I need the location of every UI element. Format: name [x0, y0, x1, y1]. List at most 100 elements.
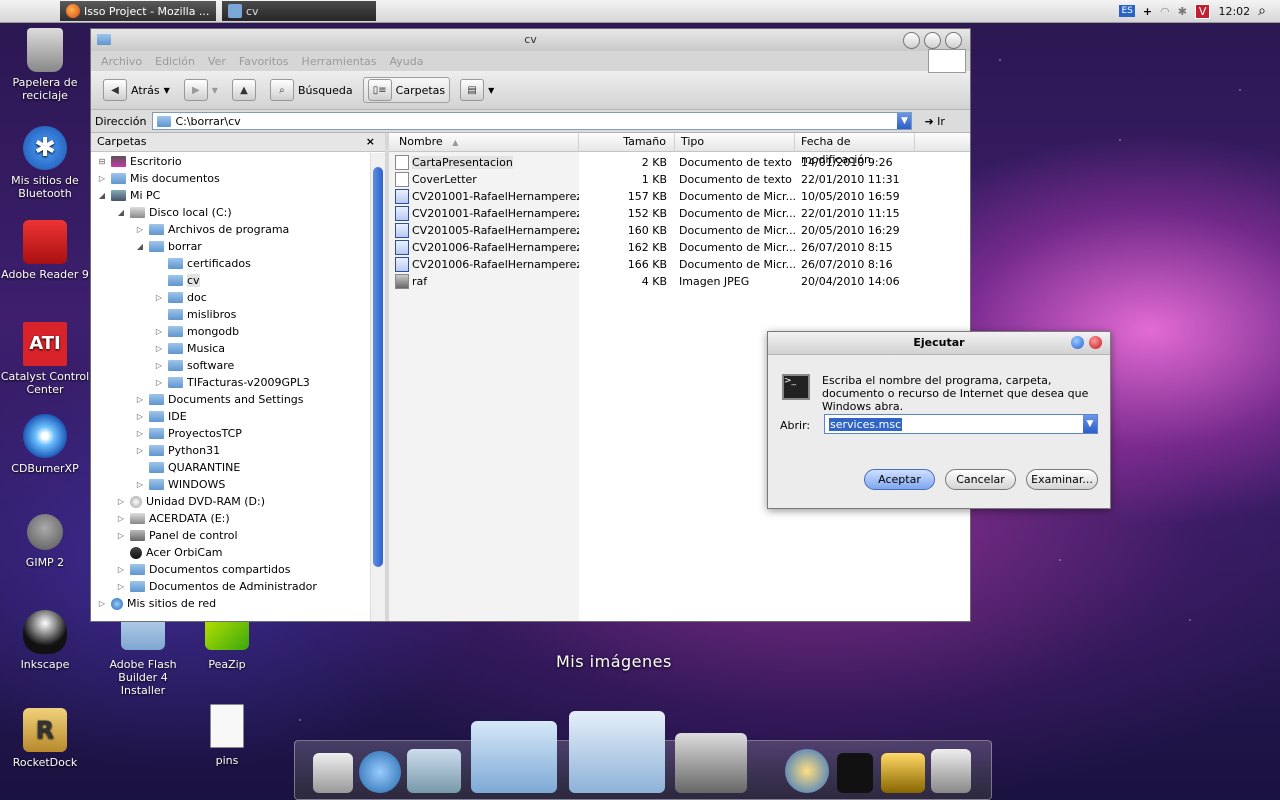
- close-button[interactable]: [945, 32, 962, 49]
- views-button[interactable]: ▤ ▼: [456, 77, 498, 103]
- tree-item[interactable]: QUARANTINE: [91, 459, 371, 476]
- tree-item-escritorio[interactable]: ⊟ Escritorio: [91, 153, 371, 170]
- search-icon: ⌕: [269, 79, 294, 101]
- file-row[interactable]: CV201001-RafaelHernamperez 157 KB Document…: [389, 188, 970, 205]
- search-button[interactable]: ⌕ Búsqueda: [266, 77, 357, 103]
- tree-item[interactable]: ▷ Archivos de programa: [91, 221, 371, 238]
- bluetooth-icon[interactable]: ✱: [1178, 5, 1187, 18]
- system-dock-icon[interactable]: [313, 753, 353, 793]
- tree-item[interactable]: mislibros: [91, 306, 371, 323]
- desktop-icon-pins[interactable]: pins: [182, 704, 272, 767]
- tree-item[interactable]: ▷ IDE: [91, 408, 371, 425]
- tree-item[interactable]: ▷ Musica: [91, 340, 371, 357]
- desktop-icon-recycle-bin[interactable]: Papelera de reciclaje: [0, 28, 90, 102]
- maximize-button[interactable]: [924, 32, 941, 49]
- desktop-icon-rocketdock[interactable]: R RocketDock: [0, 708, 90, 769]
- close-icon[interactable]: [1089, 336, 1102, 349]
- file-row[interactable]: CartaPresentacion 2 KB Documento de texto 1…: [389, 154, 970, 171]
- tree-item[interactable]: ▷ Documents and Settings: [91, 391, 371, 408]
- desktop-icon-gimp[interactable]: GIMP 2: [0, 514, 90, 569]
- menu-ver[interactable]: Ver: [208, 55, 226, 68]
- taskbar-task-cv[interactable]: cv: [222, 1, 376, 21]
- run-dialog-titlebar[interactable]: Ejecutar: [768, 332, 1110, 355]
- ok-button[interactable]: Aceptar: [864, 469, 935, 490]
- tree-item[interactable]: ▷ Mis sitios de red: [91, 595, 371, 612]
- go-button[interactable]: ➜ Ir: [924, 115, 945, 128]
- documents-dock-icon[interactable]: [407, 749, 461, 793]
- file-row[interactable]: CV201006-RafaelHernamperez-en166 KBDocum…: [389, 256, 970, 273]
- tree-item[interactable]: ▷ TIFacturas-v2009GPL3: [91, 374, 371, 391]
- back-button[interactable]: ◀ Atrás ▼: [99, 77, 174, 103]
- column-tipo[interactable]: Tipo: [675, 133, 795, 151]
- chevron-down-icon[interactable]: ▼: [897, 113, 912, 129]
- column-nombre[interactable]: Nombre ▲: [389, 133, 579, 151]
- file-row[interactable]: CV201005-RafaelHernamperez 160 KB Document…: [389, 222, 970, 239]
- search-icon[interactable]: ⌕: [1258, 3, 1266, 19]
- minimize-button[interactable]: [903, 32, 920, 49]
- close-icon[interactable]: ×: [366, 133, 375, 151]
- plus-icon[interactable]: +: [1143, 5, 1152, 18]
- scrollbar-thumb[interactable]: [373, 167, 383, 567]
- tree-item[interactable]: ◢ borrar: [91, 238, 371, 255]
- desktop-icon-inkscape[interactable]: Inkscape: [0, 610, 90, 671]
- desktop-icon-flash-builder[interactable]: Adobe Flash Builder 4 Installer: [98, 610, 188, 697]
- file-row[interactable]: CV201001-RafaelHernamperez-en152 KBDocum…: [389, 205, 970, 222]
- tree-item[interactable]: ▷ ProyectosTCP: [91, 425, 371, 442]
- tree-item[interactable]: ▷ Python31: [91, 442, 371, 459]
- tree-item[interactable]: ▷ WINDOWS: [91, 476, 371, 493]
- tree-item[interactable]: ▷ Documentos compartidos: [91, 561, 371, 578]
- menu-edicion[interactable]: Edición: [155, 55, 195, 68]
- help-icon[interactable]: [1071, 336, 1084, 349]
- antivirus-icon[interactable]: V: [1194, 3, 1211, 19]
- chevron-down-icon[interactable]: ▼: [212, 86, 218, 95]
- browse-button[interactable]: Examinar...: [1026, 469, 1098, 490]
- forward-button[interactable]: ▶ ▼: [180, 77, 222, 103]
- tree-item[interactable]: Acer OrbiCam: [91, 544, 371, 561]
- menu-favoritos[interactable]: Favoritos: [239, 55, 289, 68]
- pictures-folder-dock-icon[interactable]: [569, 711, 665, 793]
- menu-archivo[interactable]: Archivo: [101, 55, 142, 68]
- utilities-dock-icon[interactable]: [881, 753, 925, 793]
- taskbar-task-firefox[interactable]: Isso Project - Mozilla ...: [60, 1, 216, 21]
- tree-item[interactable]: ▷ mongodb: [91, 323, 371, 340]
- menu-ayuda[interactable]: Ayuda: [389, 55, 423, 68]
- tree-item[interactable]: ▷ software: [91, 357, 371, 374]
- folders-scrollbar[interactable]: [370, 153, 385, 621]
- desktop-icon-catalyst[interactable]: ATI Catalyst Control Center: [0, 322, 90, 396]
- desktop-icon-cdburner[interactable]: CDBurnerXP: [0, 414, 90, 475]
- window-titlebar[interactable]: cv: [91, 29, 970, 51]
- file-row[interactable]: CV201006-RafaelHernamperez 162 KB Document…: [389, 239, 970, 256]
- tools-dock-icon[interactable]: [675, 733, 747, 793]
- address-input[interactable]: C:\borrar\cv ▼: [152, 112, 913, 130]
- language-indicator[interactable]: ES: [1119, 5, 1135, 17]
- music-folder-dock-icon[interactable]: [471, 721, 557, 793]
- chevron-down-icon[interactable]: ▼: [1083, 415, 1097, 433]
- cancel-button[interactable]: Cancelar: [945, 469, 1016, 490]
- tree-item[interactable]: ▷ Documentos de Administrador: [91, 578, 371, 595]
- tree-item[interactable]: certificados: [91, 255, 371, 272]
- column-tamano[interactable]: Tamaño: [579, 133, 675, 151]
- file-row[interactable]: raf 4 KB Imagen JPEG 20/04/2010 14:06: [389, 273, 970, 290]
- up-button[interactable]: ▲: [228, 77, 260, 103]
- tshirt-dock-icon[interactable]: [837, 753, 873, 793]
- file-row[interactable]: CoverLetter 1 KB Documento de texto 22/01/2…: [389, 171, 970, 188]
- tree-item[interactable]: ▷ Mis documentos: [91, 170, 371, 187]
- open-input[interactable]: services.msc ▼: [824, 414, 1098, 434]
- desktop-icon-adobe-reader[interactable]: Adobe Reader 9: [0, 220, 90, 281]
- column-fecha[interactable]: Fecha de modificación: [795, 133, 915, 166]
- tree-item[interactable]: ◢ Mi PC: [91, 187, 371, 204]
- network-dock-icon[interactable]: [359, 751, 401, 793]
- globe-dock-icon[interactable]: [785, 749, 829, 793]
- menu-herramientas[interactable]: Herramientas: [302, 55, 377, 68]
- desktop-icon-bluetooth[interactable]: ✱ Mis sitios de Bluetooth: [0, 126, 90, 200]
- wifi-icon[interactable]: ◠: [1160, 5, 1170, 18]
- tree-item[interactable]: ▷ Panel de control: [91, 527, 371, 544]
- tree-item-cv-selected[interactable]: cv: [91, 272, 371, 289]
- folders-button[interactable]: ▯≡ Carpetas: [362, 77, 451, 103]
- tree-item[interactable]: ▷ doc: [91, 289, 371, 306]
- recycle-bin-dock-icon[interactable]: [931, 749, 971, 793]
- tree-item[interactable]: ▷ Unidad DVD-RAM (D:): [91, 493, 371, 510]
- chevron-down-icon[interactable]: ▼: [164, 86, 170, 95]
- tree-item[interactable]: ▷ ACERDATA (E:): [91, 510, 371, 527]
- tree-item[interactable]: ◢ Disco local (C:): [91, 204, 371, 221]
